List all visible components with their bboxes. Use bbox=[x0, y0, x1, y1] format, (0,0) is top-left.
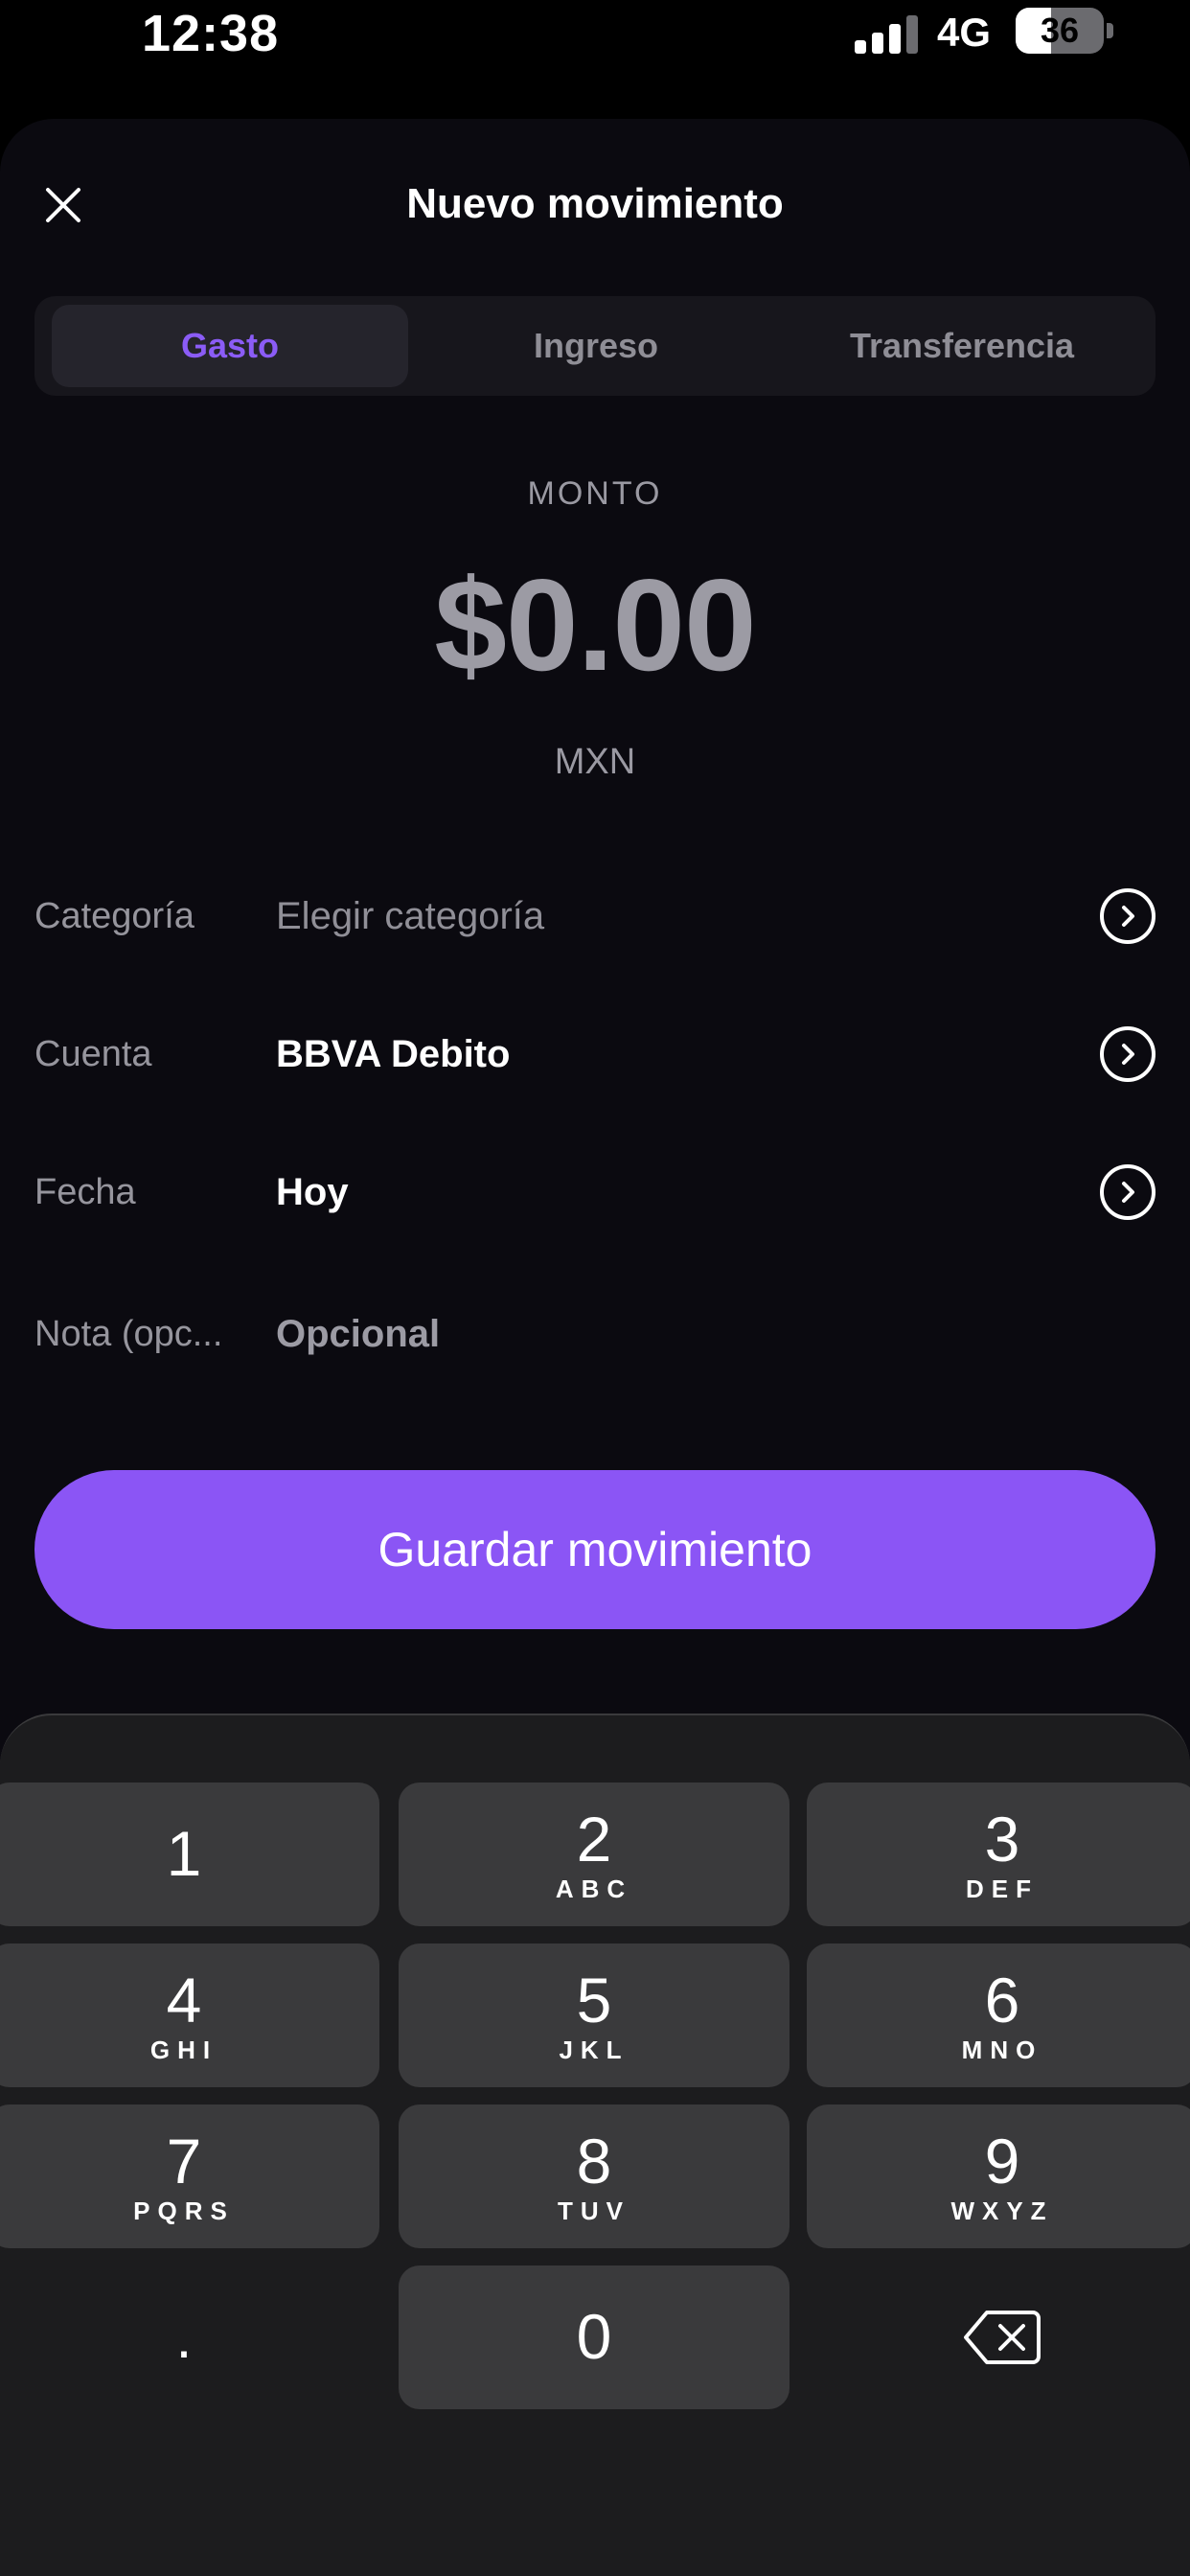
key-letters: JKL bbox=[559, 2035, 629, 2064]
tab-ingreso[interactable]: Ingreso bbox=[418, 305, 774, 387]
note-label: Nota (opc... bbox=[34, 1313, 223, 1354]
numeric-keyboard: 1 2 ABC 3 DEF 4 GHI 5 JKL 6 MNO 7 PQRS 8… bbox=[0, 1714, 1190, 2576]
key-9[interactable]: 9 WXYZ bbox=[807, 2104, 1190, 2248]
status-bar: 12:38 4G 36 bbox=[0, 0, 1190, 105]
key-digit: 9 bbox=[984, 2125, 1020, 2196]
key-digit: 5 bbox=[576, 1964, 612, 2036]
account-row[interactable]: Cuenta BBVA Debito bbox=[34, 1006, 1156, 1102]
key-decimal[interactable]: . bbox=[0, 2266, 379, 2409]
chevron-right-circle-icon bbox=[1100, 888, 1156, 944]
key-letters: WXYZ bbox=[950, 2196, 1054, 2225]
battery-cap bbox=[1107, 23, 1113, 38]
key-letters: MNO bbox=[961, 2035, 1043, 2064]
key-8[interactable]: 8 TUV bbox=[399, 2104, 790, 2248]
tab-gasto[interactable]: Gasto bbox=[52, 305, 408, 387]
key-digit: 2 bbox=[576, 1803, 612, 1874]
battery-level: 36 bbox=[1040, 11, 1080, 50]
key-digit: 8 bbox=[576, 2125, 612, 2196]
key-digit: 7 bbox=[166, 2125, 202, 2196]
key-letters: TUV bbox=[558, 2196, 630, 2225]
account-value: BBVA Debito bbox=[276, 1032, 511, 1075]
backspace-icon bbox=[964, 2311, 1041, 2364]
key-digit: 0 bbox=[576, 2301, 612, 2372]
status-time: 12:38 bbox=[142, 5, 280, 62]
key-backspace[interactable] bbox=[807, 2266, 1190, 2409]
amount-display[interactable]: $0.00 bbox=[0, 550, 1190, 700]
key-letters: PQRS bbox=[133, 2196, 235, 2225]
key-6[interactable]: 6 MNO bbox=[807, 1944, 1190, 2087]
key-digit: 6 bbox=[984, 1964, 1020, 2036]
tab-transferencia[interactable]: Transferencia bbox=[784, 305, 1140, 387]
key-letters: ABC bbox=[555, 1874, 633, 1903]
note-row[interactable]: Nota (opc... Opcional bbox=[34, 1286, 1156, 1382]
key-letters: GHI bbox=[149, 2035, 218, 2064]
key-5[interactable]: 5 JKL bbox=[399, 1944, 790, 2087]
battery-icon: 36 bbox=[1016, 8, 1104, 54]
key-digit: 1 bbox=[166, 1818, 202, 1889]
key-letters: DEF bbox=[966, 1874, 1039, 1903]
date-row[interactable]: Fecha Hoy bbox=[34, 1144, 1156, 1240]
chevron-right-circle-icon bbox=[1100, 1026, 1156, 1082]
key-2[interactable]: 2 ABC bbox=[399, 1782, 790, 1926]
key-digit: 4 bbox=[166, 1964, 202, 2036]
key-3[interactable]: 3 DEF bbox=[807, 1782, 1190, 1926]
category-label: Categoría bbox=[34, 895, 195, 936]
chevron-right-circle-icon bbox=[1100, 1164, 1156, 1220]
sheet-title: Nuevo movimiento bbox=[406, 180, 784, 227]
amount-label: MONTO bbox=[527, 475, 663, 512]
date-value: Hoy bbox=[276, 1170, 349, 1213]
save-button[interactable]: Guardar movimiento bbox=[34, 1470, 1156, 1629]
key-4[interactable]: 4 GHI bbox=[0, 1944, 379, 2087]
key-0[interactable]: 0 bbox=[399, 2266, 790, 2409]
date-label: Fecha bbox=[34, 1171, 136, 1212]
network-type: 4G bbox=[937, 10, 992, 55]
transaction-type-segmented-control: Gasto Ingreso Transferencia bbox=[34, 296, 1156, 396]
signal-icon bbox=[855, 15, 918, 54]
category-row[interactable]: Categoría Elegir categoría bbox=[34, 868, 1156, 964]
note-input[interactable]: Opcional bbox=[276, 1313, 1156, 1356]
key-digit: 3 bbox=[984, 1803, 1020, 1874]
currency-selector[interactable]: MXN bbox=[0, 742, 1190, 783]
account-label: Cuenta bbox=[34, 1033, 152, 1074]
key-7[interactable]: 7 PQRS bbox=[0, 2104, 379, 2248]
key-dot: . bbox=[175, 2305, 193, 2370]
key-1[interactable]: 1 bbox=[0, 1782, 379, 1926]
category-value: Elegir categoría bbox=[276, 894, 545, 937]
